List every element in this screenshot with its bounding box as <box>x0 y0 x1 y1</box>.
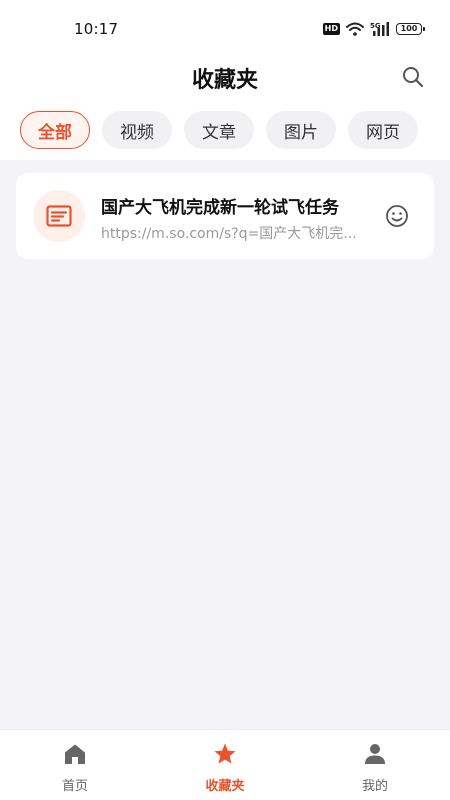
tab-video[interactable]: 视频 <box>102 111 172 149</box>
tab-article[interactable]: 文章 <box>184 111 254 149</box>
tab-webpage[interactable]: 网页 <box>348 111 418 149</box>
page-title: 收藏夹 <box>191 68 258 93</box>
status-time: 10:17 <box>74 20 119 38</box>
nav-favorites[interactable]: 收藏夹 <box>165 730 285 800</box>
home-icon <box>65 744 85 764</box>
favorite-url: https://m.so.com/s?q=国产大飞机完... <box>101 226 357 242</box>
hd-icon: HD <box>322 23 340 35</box>
signal-icon: 5G <box>370 22 389 36</box>
favorite-item[interactable]: 国产大飞机完成新一轮试飞任务 https://m.so.com/s?q=国产大飞… <box>16 173 434 259</box>
favorite-action-button[interactable] <box>384 203 410 229</box>
user-icon <box>365 744 385 764</box>
bottom-nav: 首页 收藏夹 我的 <box>0 729 450 800</box>
nav-profile-label: 我的 <box>361 779 388 794</box>
nav-home[interactable]: 首页 <box>15 730 135 800</box>
category-tabs: 全部 视频 文章 图片 网页 <box>20 111 418 149</box>
wifi-icon <box>346 22 364 36</box>
battery-icon: 100 <box>396 23 425 35</box>
star-icon <box>214 743 236 764</box>
favorite-title: 国产大飞机完成新一轮试飞任务 <box>101 198 339 218</box>
nav-profile[interactable]: 我的 <box>315 730 435 800</box>
nav-favorites-label: 收藏夹 <box>205 779 245 794</box>
status-icons: HD 5G 100 <box>322 21 425 37</box>
smiley-icon <box>386 205 408 227</box>
tab-all[interactable]: 全部 <box>20 111 90 149</box>
status-bar: 10:17 HD 5G 100 <box>0 0 450 60</box>
tab-image[interactable]: 图片 <box>266 111 336 149</box>
search-button[interactable] <box>400 64 426 90</box>
top-area: 10:17 HD 5G 100 收藏夹 全部 视频 文章 图片 网页 <box>0 0 450 160</box>
article-icon <box>46 205 72 227</box>
favorite-thumbnail <box>33 190 85 242</box>
search-icon <box>403 67 424 88</box>
nav-home-label: 首页 <box>61 779 88 794</box>
